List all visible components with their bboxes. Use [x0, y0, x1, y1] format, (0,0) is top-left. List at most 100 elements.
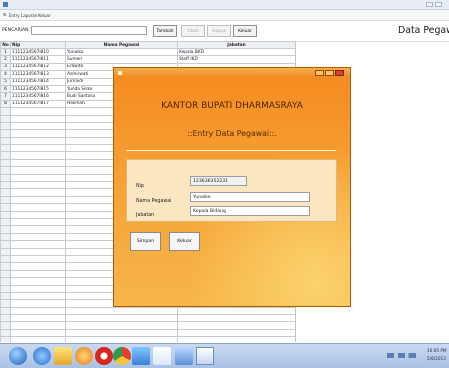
menu-bar: ⚙ Entry Laporan Keluar	[0, 10, 449, 21]
header-nip[interactable]: Nip	[10, 41, 66, 49]
cell-nip: 1111234567I814	[10, 77, 66, 86]
minimize-icon[interactable]	[426, 2, 433, 7]
ie-icon[interactable]	[33, 347, 51, 365]
cell-nama: Yunaiko	[65, 47, 178, 57]
row-number	[0, 158, 11, 168]
cell-nip	[10, 203, 66, 212]
cell-nip	[10, 232, 66, 242]
row-number	[0, 314, 11, 323]
search-label: PENCARIAN :	[2, 28, 32, 33]
chrome-icon[interactable]	[113, 347, 131, 365]
cell-nip: 1111234567I811	[10, 55, 66, 64]
table-row[interactable]	[0, 336, 295, 342]
table-row[interactable]: 1 1111234567I810 Yunaiko Kepala BKD	[0, 47, 295, 57]
row-number	[0, 144, 11, 153]
table-row[interactable]	[0, 328, 295, 338]
cell-jabatan	[177, 306, 295, 316]
cell-nip: 1111234567I813	[10, 70, 66, 79]
row-number: 8	[0, 99, 11, 109]
taskbar: 10:05 PM 5/8/2013	[0, 343, 449, 368]
row-number	[0, 188, 11, 197]
maximize-icon[interactable]	[435, 2, 442, 7]
row-number: 2	[0, 55, 11, 64]
row-number	[0, 321, 11, 330]
row-number	[0, 181, 11, 190]
cell-nip	[10, 299, 66, 308]
menu-laporan[interactable]: Laporan	[21, 13, 37, 18]
row-number	[0, 247, 11, 256]
row-number	[0, 195, 11, 205]
nip-field[interactable]: 123636352231	[190, 176, 247, 186]
cell-jabatan	[177, 328, 295, 338]
dialog-minimize-icon[interactable]	[315, 70, 324, 76]
row-number	[0, 328, 11, 338]
cell-nip	[10, 217, 66, 227]
table-row[interactable]	[0, 321, 295, 330]
vb-project-icon[interactable]	[175, 347, 193, 365]
header-nama[interactable]: Nama Pegawai	[65, 41, 178, 49]
notes-app-icon[interactable]	[153, 347, 171, 365]
app-icon	[3, 2, 8, 7]
row-number	[0, 240, 11, 249]
row-number	[0, 232, 11, 242]
dialog-maximize-icon[interactable]	[325, 70, 334, 76]
entry-dialog: KANTOR BUPATI DHARMASRAYA ::Entry Data P…	[113, 67, 351, 307]
simpan-button[interactable]: Simpan	[130, 232, 161, 251]
dialog-divider	[126, 150, 336, 151]
cell-jabatan: Staff IKD	[177, 55, 295, 64]
cell-nama: Sumeri	[65, 55, 178, 64]
cell-nip: 1111234567I810	[10, 47, 66, 57]
row-number	[0, 210, 11, 220]
cell-nip	[10, 284, 66, 293]
table-row[interactable]	[0, 306, 295, 316]
cell-nip	[10, 291, 66, 301]
media-player-icon[interactable]	[75, 347, 93, 365]
tambah-button[interactable]: Tambah	[153, 25, 177, 37]
search-input[interactable]	[31, 26, 147, 35]
clock-time: 10:05 PM	[427, 348, 447, 353]
row-number: 1	[0, 47, 11, 57]
dialog-heading: KANTOR BUPATI DHARMASRAYA	[161, 101, 303, 111]
row-number	[0, 299, 11, 308]
grid-header-row: No Nip Nama Pegawai Jabatan	[0, 41, 295, 49]
header-jabatan[interactable]: Jabatan	[177, 41, 295, 49]
ubah-button[interactable]: Ubah	[181, 25, 205, 37]
cell-nip	[10, 144, 66, 153]
cell-nip	[10, 173, 66, 183]
opera-icon[interactable]	[95, 347, 113, 365]
network-app-icon[interactable]	[132, 347, 150, 365]
search-toolbar: PENCARIAN : Tambah Ubah Hapus Keluar Dat…	[0, 21, 449, 42]
menu-keluar[interactable]: Keluar	[38, 13, 51, 18]
tray-icons[interactable]	[387, 353, 423, 358]
cell-nip	[10, 195, 66, 205]
row-number	[0, 121, 11, 131]
menu-icon: ⚙	[3, 12, 7, 17]
header-no[interactable]: No	[0, 41, 11, 49]
cell-nip	[10, 240, 66, 249]
row-number	[0, 129, 11, 138]
jabatan-field[interactable]: Kepala Bidang	[190, 206, 310, 216]
keluar-button[interactable]: Keluar	[233, 25, 257, 37]
menu-entry[interactable]: Entry	[9, 13, 20, 18]
clock-date: 5/8/2013	[427, 356, 446, 361]
start-button-icon[interactable]	[9, 347, 27, 365]
cell-nip: 1111234567I817	[10, 99, 66, 109]
table-row[interactable]	[0, 314, 295, 323]
explorer-icon[interactable]	[54, 347, 72, 365]
hapus-button[interactable]: Hapus	[207, 25, 231, 37]
row-number	[0, 306, 11, 316]
row-number	[0, 262, 11, 271]
cell-nip	[10, 158, 66, 168]
cell-nip	[10, 181, 66, 190]
dialog-close-icon[interactable]	[335, 70, 344, 76]
cell-nip	[10, 336, 66, 342]
cell-nip	[10, 129, 66, 138]
nama-pegawai-field[interactable]: Yunaiko	[190, 192, 310, 202]
jabatan-label: Jabatan	[136, 213, 155, 218]
dialog-keluar-button[interactable]: Keluar	[169, 232, 200, 251]
form-window-icon[interactable]	[196, 347, 214, 365]
row-number	[0, 136, 11, 146]
cell-nip	[10, 225, 66, 234]
cell-nip	[10, 114, 66, 123]
table-row[interactable]: 2 1111234567I811 Sumeri Staff IKD	[0, 55, 295, 64]
